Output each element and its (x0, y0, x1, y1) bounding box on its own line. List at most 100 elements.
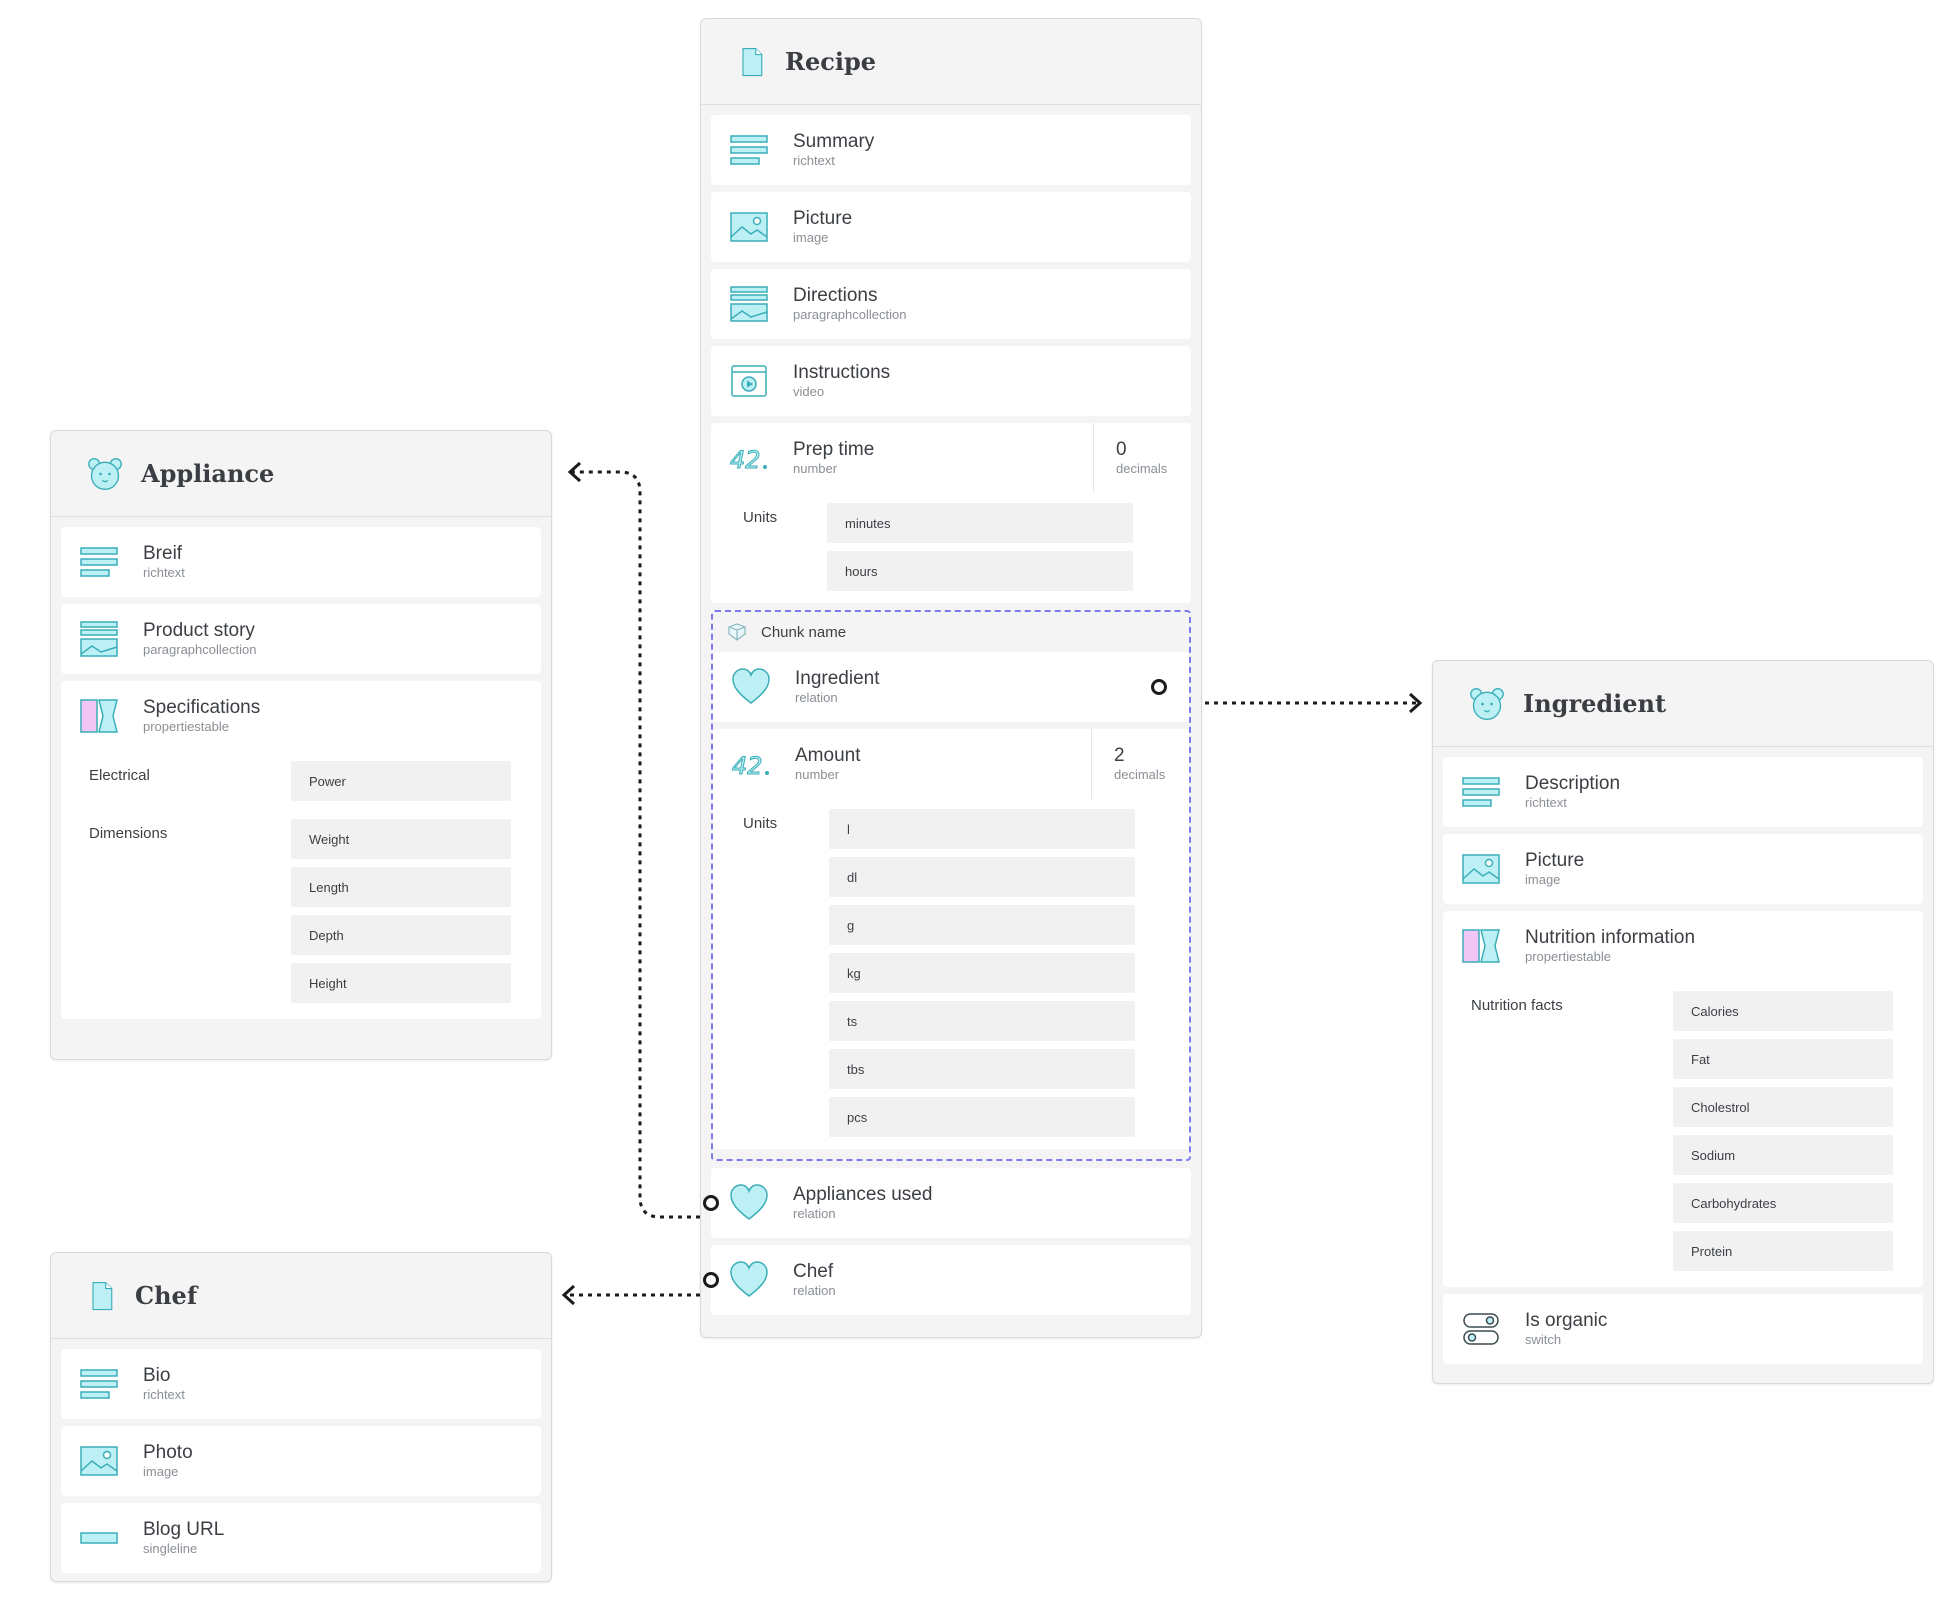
ingredient-shape[interactable]: Ingredient Description richtext Picture (1432, 660, 1934, 1384)
chef-properties: Bio richtext Photo image Blog URL single… (51, 1339, 551, 1590)
relation-handle-chef[interactable] (703, 1272, 719, 1288)
group-items: Calories Fat Cholestrol Sodium Carbohydr… (1673, 991, 1893, 1271)
unit-item[interactable]: hours (827, 551, 1133, 591)
property-bio[interactable]: Bio richtext (61, 1349, 541, 1419)
shape-title: Ingredient (1523, 689, 1667, 718)
paragraph-collection-icon (729, 284, 769, 324)
appliance-shape[interactable]: Appliance Breif richtext Product story p… (50, 430, 552, 1060)
property-name: Chef (793, 1261, 834, 1282)
property-item[interactable]: Depth (291, 915, 511, 955)
units-section: Units l dl g kg ts tbs pcs (713, 799, 1189, 1149)
property-type: singleline (143, 1541, 198, 1556)
chunk-container[interactable]: Chunk name Ingredient relation Amount nu… (711, 610, 1191, 1161)
property-item[interactable]: Protein (1673, 1231, 1893, 1271)
unit-item[interactable]: pcs (829, 1097, 1135, 1137)
singleline-icon (79, 1518, 119, 1558)
number-icon (729, 438, 769, 478)
video-icon (729, 361, 769, 401)
property-type: image (793, 230, 829, 245)
property-type: relation (795, 690, 838, 705)
property-chef[interactable]: Chef relation (703, 1245, 1191, 1315)
property-item[interactable]: Calories (1673, 991, 1893, 1031)
property-directions[interactable]: Directions paragraphcollection (711, 269, 1191, 339)
property-name: Prep time (793, 439, 875, 460)
property-breif[interactable]: Breif richtext (61, 527, 541, 597)
chef-shape[interactable]: Chef Bio richtext Photo image Blog URL s… (50, 1252, 552, 1582)
property-type: relation (793, 1283, 836, 1298)
properties-group-electrical: Electrical Power (61, 751, 541, 819)
richtext-icon (79, 542, 119, 582)
appliance-header[interactable]: Appliance (51, 431, 551, 517)
unit-item[interactable]: l (829, 809, 1135, 849)
property-type: richtext (1525, 795, 1567, 810)
property-name: Amount (795, 745, 861, 766)
property-summary[interactable]: Summary richtext (711, 115, 1191, 185)
property-name: Breif (143, 543, 183, 564)
image-icon (1461, 849, 1501, 889)
property-picture[interactable]: Picture image (1443, 834, 1923, 904)
property-item[interactable]: Weight (291, 819, 511, 859)
shape-title: Chef (135, 1281, 198, 1310)
document-icon (737, 45, 767, 79)
property-name: Instructions (793, 362, 891, 383)
shape-title: Appliance (141, 459, 275, 488)
property-item[interactable]: Sodium (1673, 1135, 1893, 1175)
property-type: richtext (143, 1387, 185, 1402)
image-icon (79, 1441, 119, 1481)
property-ingredient[interactable]: Ingredient relation (713, 652, 1189, 722)
unit-item[interactable]: kg (829, 953, 1135, 993)
unit-item[interactable]: tbs (829, 1049, 1135, 1089)
property-item[interactable]: Cholestrol (1673, 1087, 1893, 1127)
decimals-label: decimals (1116, 461, 1168, 476)
chef-header[interactable]: Chef (51, 1253, 551, 1339)
property-name: Photo (143, 1442, 193, 1463)
property-specifications[interactable]: Specifications propertiestable Electrica… (61, 681, 541, 1019)
richtext-icon (729, 130, 769, 170)
paragraph-collection-icon (79, 619, 119, 659)
property-product-story[interactable]: Product story paragraphcollection (61, 604, 541, 674)
property-item[interactable]: Length (291, 867, 511, 907)
number-icon (731, 744, 771, 784)
property-nutrition-information[interactable]: Nutrition information propertiestable Nu… (1443, 911, 1923, 1287)
property-amount[interactable]: Amount number 2 decimals Units l dl g kg… (713, 729, 1189, 1149)
units-list: minutes hours (827, 503, 1133, 591)
bear-icon (87, 456, 123, 492)
property-blog-url[interactable]: Blog URL singleline (61, 1503, 541, 1573)
property-name: Summary (793, 131, 875, 152)
chunk-name: Chunk name (761, 623, 847, 641)
document-icon (87, 1279, 117, 1313)
properties-group-dimensions: Dimensions Weight Length Depth Height (61, 819, 541, 1019)
property-picture[interactable]: Picture image (711, 192, 1191, 262)
unit-item[interactable]: ts (829, 1001, 1135, 1041)
heart-icon (729, 1260, 769, 1300)
unit-item[interactable]: minutes (827, 503, 1133, 543)
property-is-organic[interactable]: Is organic switch (1443, 1294, 1923, 1364)
property-type: relation (793, 1206, 836, 1221)
unit-item[interactable]: g (829, 905, 1135, 945)
relation-handle-appliances-used[interactable] (703, 1195, 719, 1211)
property-appliances-used[interactable]: Appliances used relation (703, 1168, 1191, 1238)
property-type: propertiestable (143, 719, 229, 734)
property-type: number (795, 767, 840, 782)
recipe-shape[interactable]: Recipe Summary richtext Picture image Di… (700, 18, 1202, 1338)
relation-handle-ingredient[interactable] (1151, 679, 1167, 695)
unit-item[interactable]: dl (829, 857, 1135, 897)
property-item[interactable]: Height (291, 963, 511, 1003)
decimals-setting[interactable]: 0 decimals (1093, 423, 1191, 493)
arrowhead-chef (561, 1284, 576, 1306)
property-item[interactable]: Power (291, 761, 511, 801)
property-photo[interactable]: Photo image (61, 1426, 541, 1496)
property-item[interactable]: Fat (1673, 1039, 1893, 1079)
recipe-header[interactable]: Recipe (701, 19, 1201, 105)
property-instructions[interactable]: Instructions video (711, 346, 1191, 416)
property-name: Picture (793, 208, 853, 229)
property-description[interactable]: Description richtext (1443, 757, 1923, 827)
decimals-setting[interactable]: 2 decimals (1091, 729, 1189, 799)
property-type: image (143, 1464, 179, 1479)
property-name: Product story (143, 620, 255, 641)
connector-appliances-used (572, 470, 718, 1219)
ingredient-header[interactable]: Ingredient (1433, 661, 1933, 747)
property-item[interactable]: Carbohydrates (1673, 1183, 1893, 1223)
property-prep-time[interactable]: Prep time number 0 decimals Units minute… (711, 423, 1191, 603)
property-name: Directions (793, 285, 878, 306)
